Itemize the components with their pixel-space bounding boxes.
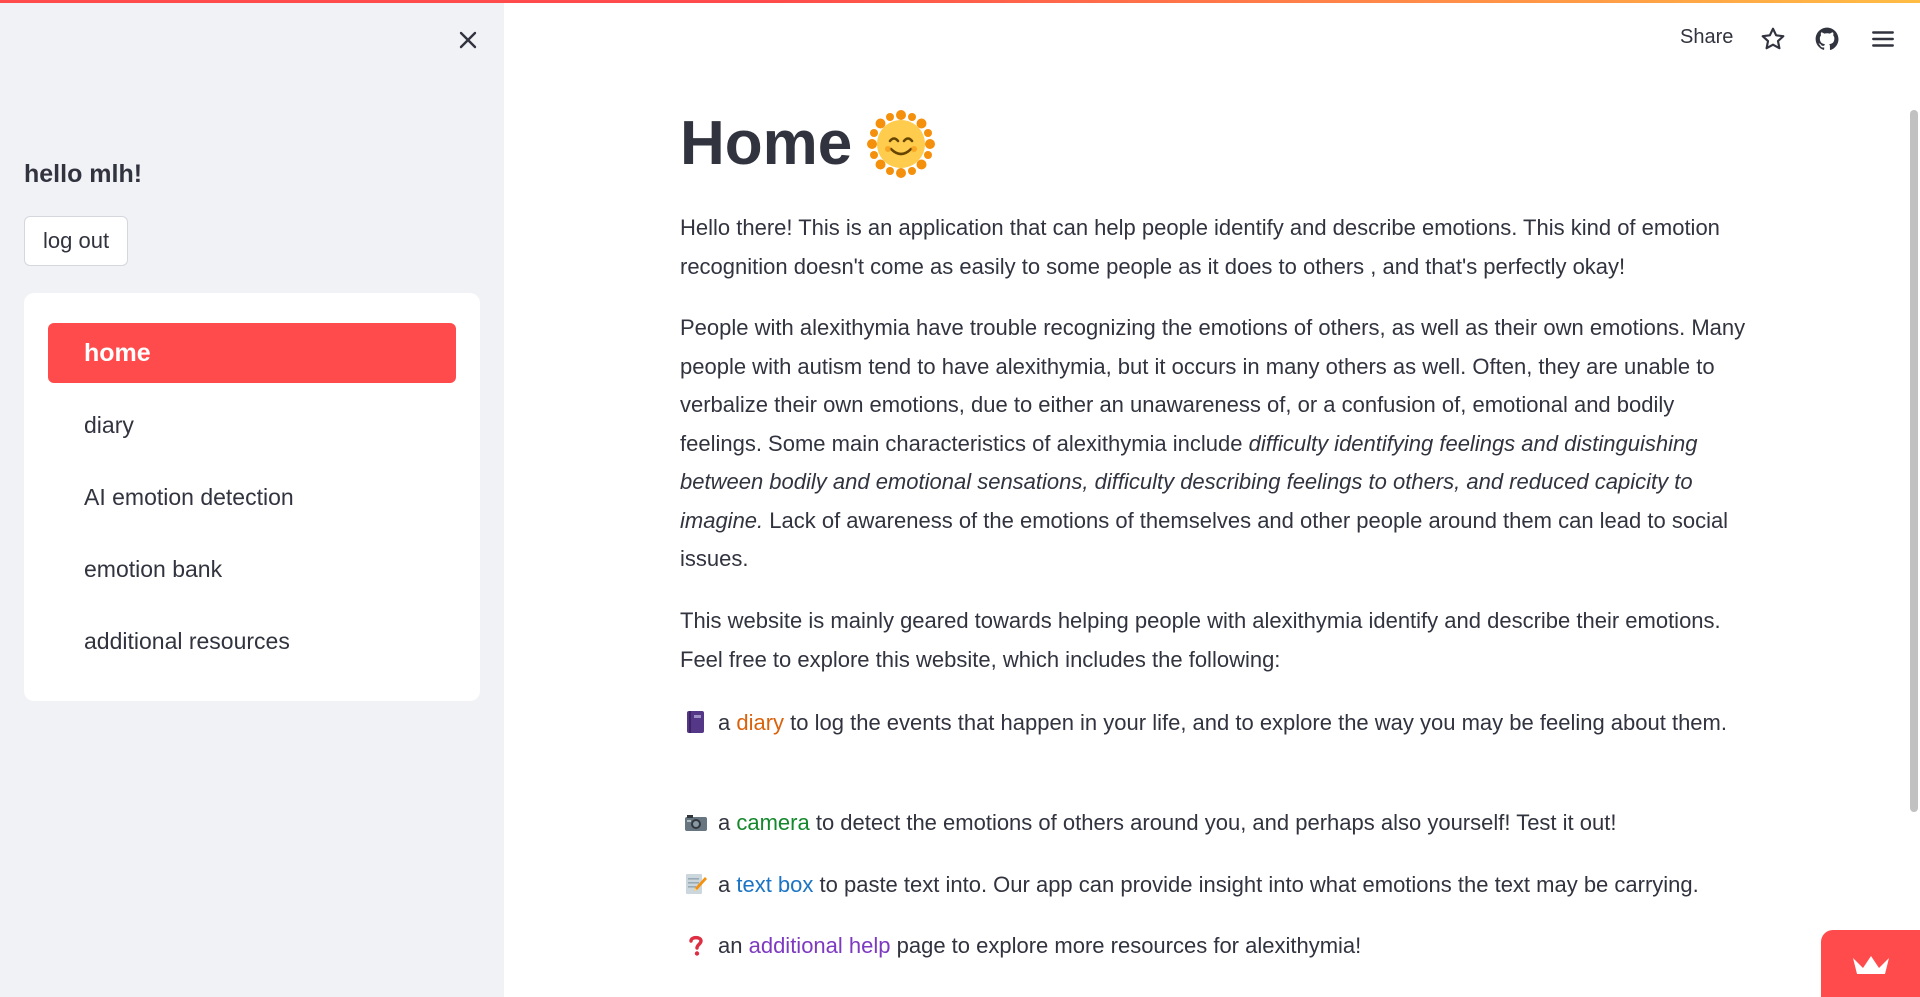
page-title: Home [680, 108, 936, 179]
feature-prefix: a [718, 872, 737, 897]
nav-item-label: emotion bank [84, 555, 223, 582]
page-title-text: Home [680, 109, 853, 178]
nav-item-label: diary [84, 411, 134, 438]
star-button[interactable] [1758, 24, 1788, 54]
main-scrollbar[interactable] [1910, 110, 1918, 812]
sidebar: hello mlh! log out home diary AI emotion… [0, 0, 504, 997]
main-menu-button[interactable] [1868, 24, 1898, 54]
camera-icon [685, 815, 707, 831]
alexithymia-text-end: Lack of awareness of the emotions of the… [680, 507, 1729, 572]
website-purpose-paragraph: This website is mainly geared towards he… [680, 608, 1721, 672]
question-mark-icon [689, 935, 703, 956]
nav-item-label: home [84, 338, 151, 367]
github-button[interactable] [1812, 24, 1842, 54]
feature-text: page to explore more resources for alexi… [890, 933, 1362, 958]
nav-item-home[interactable]: home [48, 323, 456, 383]
logout-button[interactable]: log out [24, 216, 129, 266]
nav-item-diary[interactable]: diary [48, 395, 456, 455]
alexithymia-paragraph: People with alexithymia have trouble rec… [680, 309, 1750, 579]
manage-app-button[interactable] [1821, 930, 1920, 997]
nav-item-label: AI emotion detection [84, 483, 294, 510]
smiling-sun-icon [867, 109, 936, 178]
hamburger-menu-icon [1872, 31, 1894, 47]
nav-item-emotion-bank[interactable]: emotion bank [48, 539, 456, 599]
sidebar-close-button[interactable] [452, 24, 484, 56]
nav-item-additional-resources[interactable]: additional resources [48, 611, 456, 671]
share-button[interactable]: Share [1680, 26, 1733, 49]
nav-item-ai-emotion-detection[interactable]: AI emotion detection [48, 467, 456, 527]
streamlit-crown-icon [1852, 955, 1889, 974]
feature-additional-help: an additional help page to explore more … [680, 927, 1750, 966]
feature-text: to paste text into. Our app can provide … [813, 872, 1699, 897]
feature-text-box: a text box to paste text into. Our app c… [680, 866, 1750, 905]
feature-text: to detect the emotions of others around … [809, 810, 1617, 835]
diary-link[interactable]: diary [736, 710, 784, 735]
feature-prefix: a [718, 810, 737, 835]
sidebar-greeting: hello mlh! [24, 160, 143, 188]
github-icon [1815, 27, 1839, 50]
feature-prefix: an [718, 933, 749, 958]
feature-text: to log the events that happen in your li… [784, 710, 1727, 735]
top-decoration-bar [0, 0, 1920, 3]
text-box-link[interactable]: text box [736, 872, 813, 897]
close-icon [459, 31, 477, 49]
feature-camera: a camera to detect the emotions of other… [680, 804, 1750, 843]
star-icon [1761, 27, 1785, 50]
navigation-menu: home diary AI emotion detection emotion … [24, 293, 480, 701]
notebook-icon [687, 711, 704, 733]
nav-item-label: additional resources [84, 627, 290, 654]
memo-icon [686, 874, 707, 894]
additional-help-link[interactable]: additional help [749, 933, 891, 958]
feature-prefix: a [718, 710, 737, 735]
camera-link[interactable]: camera [736, 810, 809, 835]
intro-paragraph: Hello there! This is an application that… [680, 215, 1720, 279]
feature-diary: a diary to log the events that happen in… [680, 704, 1750, 743]
